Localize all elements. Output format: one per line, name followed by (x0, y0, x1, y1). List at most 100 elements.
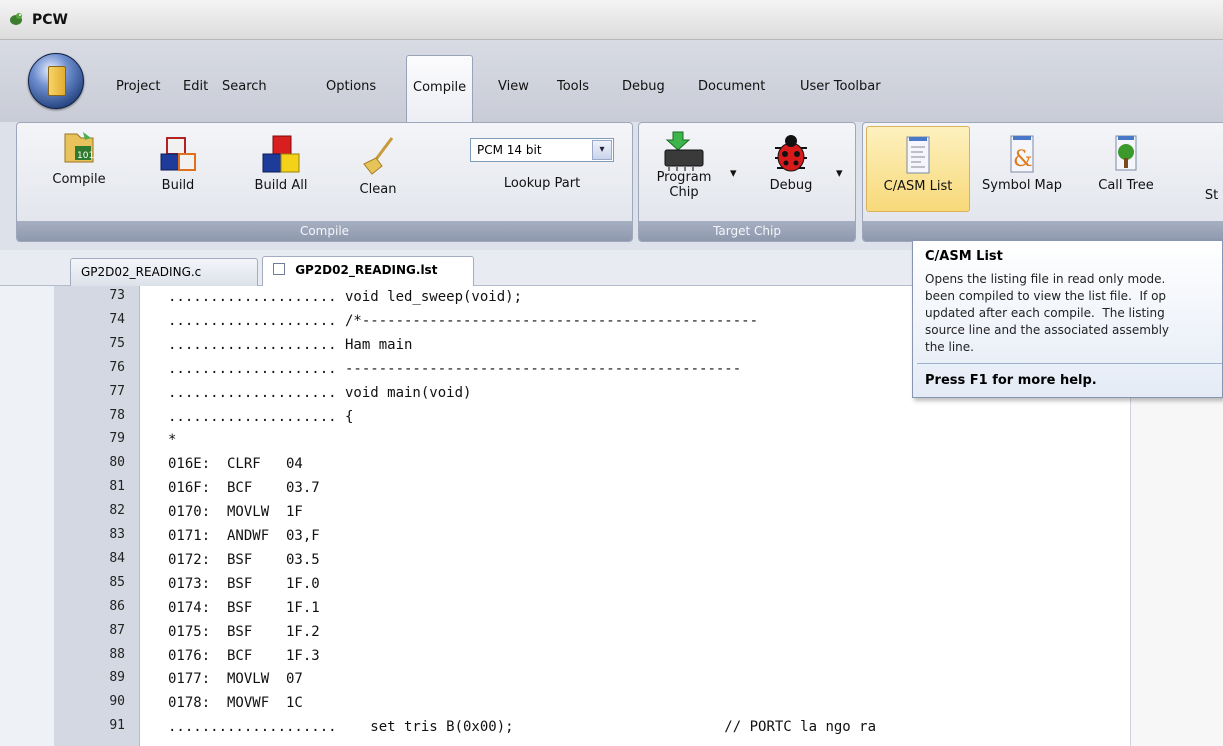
symbol-map-icon: & (1010, 135, 1034, 173)
casm-list-tooltip: C/ASM List Opens the listing file in rea… (912, 240, 1223, 398)
tab-source-file[interactable]: GP2D02_READING.c (70, 258, 258, 286)
program-chip-label: Program Chip (644, 170, 724, 200)
line-number: 81 (109, 479, 125, 495)
tab-list-file[interactable]: GP2D02_READING.lst (262, 256, 474, 286)
list-document-icon (906, 136, 930, 174)
list-file-icon (273, 263, 285, 275)
line-number: 89 (109, 670, 125, 686)
menu-search[interactable]: Search (222, 79, 267, 94)
code-line: .................... /*-----------------… (168, 312, 759, 329)
line-number: 74 (109, 311, 125, 327)
code-line: * (168, 432, 177, 449)
code-line: 016E: CLRF 04 (168, 456, 303, 473)
code-line: .................... void main(void) (168, 384, 472, 401)
menu-document[interactable]: Document (698, 79, 765, 94)
casm-list-button[interactable]: C/ASM List (866, 126, 970, 212)
line-number: 87 (109, 622, 125, 638)
code-line: 016F: BCF 03.7 (168, 480, 320, 497)
app-menu-orb-button[interactable] (28, 53, 84, 109)
code-line: 0177: MOVLW 07 (168, 671, 303, 688)
code-line: .................... -------------------… (168, 360, 742, 377)
menu-user-toolbar[interactable]: User Toolbar (800, 79, 881, 94)
ladybug-icon (775, 135, 807, 172)
line-number-gutter: 73 74 75 76 77 78 79 80 81 82 83 84 85 86 87 88 89 90 91 (55, 286, 140, 746)
broom-icon (363, 137, 394, 175)
chip-family-select[interactable]: PCM 14 bit ▾ (470, 138, 614, 162)
code-line: 0171: ANDWF 03,F (168, 528, 320, 544)
line-number: 84 (109, 550, 125, 566)
target-chip-group-label: Target Chip (639, 221, 855, 241)
build-all-blocks-icon (262, 135, 300, 173)
line-number: 79 (109, 431, 125, 447)
line-number: 76 (109, 359, 125, 375)
app-title: PCW (32, 12, 68, 28)
line-number: 82 (109, 503, 125, 519)
program-chip-button[interactable]: Program Chip (644, 130, 724, 200)
build-button[interactable]: Build (148, 134, 208, 193)
tooltip-separator (917, 363, 1222, 364)
tooltip-title: C/ASM List (925, 249, 1003, 264)
code-line: .................... Ham main (168, 336, 413, 353)
compile-button[interactable]: 101 Compile (44, 128, 114, 187)
statistics-label: St (1204, 188, 1219, 203)
tooltip-footer: Press F1 for more help. (925, 373, 1097, 388)
program-label-line: Program (656, 170, 712, 185)
view-group-label (863, 221, 1223, 241)
symbol-map-button[interactable]: & Symbol Map (976, 134, 1068, 193)
casm-list-label: C/ASM List (883, 179, 953, 194)
statistics-button[interactable]: St (1200, 188, 1223, 203)
line-number: 85 (109, 574, 125, 590)
code-line: 0175: BSF 1F.2 (168, 623, 320, 640)
line-number: 80 (109, 455, 125, 471)
build-all-label: Build All (254, 178, 308, 193)
chip-label-line: Chip (669, 185, 699, 200)
code-line: 0176: BCF 1F.3 (168, 647, 320, 664)
menu-debug[interactable]: Debug (622, 79, 665, 94)
app-icon (10, 13, 22, 25)
build-label: Build (161, 178, 195, 193)
code-line: 0172: BSF 03.5 (168, 551, 320, 568)
code-line: .................... void led_sweep(void… (168, 289, 523, 305)
line-number: 91 (109, 718, 125, 734)
code-line: 0178: MOVWF 1C (168, 695, 303, 712)
line-number: 83 (109, 527, 125, 542)
tooltip-body: Opens the listing file in read only mode… (925, 272, 1170, 354)
debug-button[interactable]: Debug (752, 130, 830, 193)
menu-project[interactable]: Project (116, 79, 160, 94)
line-number: 75 (109, 335, 125, 351)
chevron-down-icon[interactable]: ▾ (592, 140, 612, 160)
tree-icon (1115, 135, 1137, 171)
line-number: 77 (109, 383, 125, 399)
svg-text:&: & (1013, 147, 1033, 172)
call-tree-button[interactable]: Call Tree (1090, 134, 1162, 193)
menu-edit[interactable]: Edit (183, 79, 208, 94)
debug-dropdown-icon[interactable]: ▾ (836, 166, 843, 181)
lookup-part-button[interactable]: Lookup Part (470, 176, 614, 191)
call-tree-label: Call Tree (1098, 178, 1154, 193)
chip-family-value: PCM 14 bit (477, 143, 542, 157)
title-bar: PCW (0, 0, 1223, 40)
tab-list-file-label: GP2D02_READING.lst (295, 263, 438, 277)
menu-view[interactable]: View (498, 79, 529, 94)
tab-source-file-label: GP2D02_READING.c (81, 265, 202, 279)
line-number: 86 (109, 598, 125, 614)
debug-label: Debug (769, 178, 813, 193)
build-blocks-icon (160, 137, 196, 171)
program-chip-dropdown-icon[interactable]: ▾ (730, 166, 737, 181)
clean-label: Clean (359, 182, 397, 197)
menu-compile[interactable]: Compile (406, 55, 474, 122)
compile-label: Compile (52, 172, 106, 187)
menu-options[interactable]: Options (326, 79, 376, 94)
build-all-button[interactable]: Build All (244, 134, 318, 193)
clean-button[interactable]: Clean (348, 134, 408, 197)
code-line: 0174: BSF 1F.1 (168, 599, 320, 616)
symbol-map-label: Symbol Map (982, 178, 1062, 193)
compile-folder-icon: 101 (64, 132, 94, 163)
code-line: 0170: MOVLW 1F (168, 504, 303, 521)
menu-tools[interactable]: Tools (557, 79, 589, 94)
editor-margin (0, 286, 55, 746)
folder-icon (48, 66, 66, 96)
chip-programmer-icon (664, 131, 704, 171)
lookup-part-label: Lookup Part (503, 176, 581, 191)
line-number: 88 (109, 646, 125, 662)
